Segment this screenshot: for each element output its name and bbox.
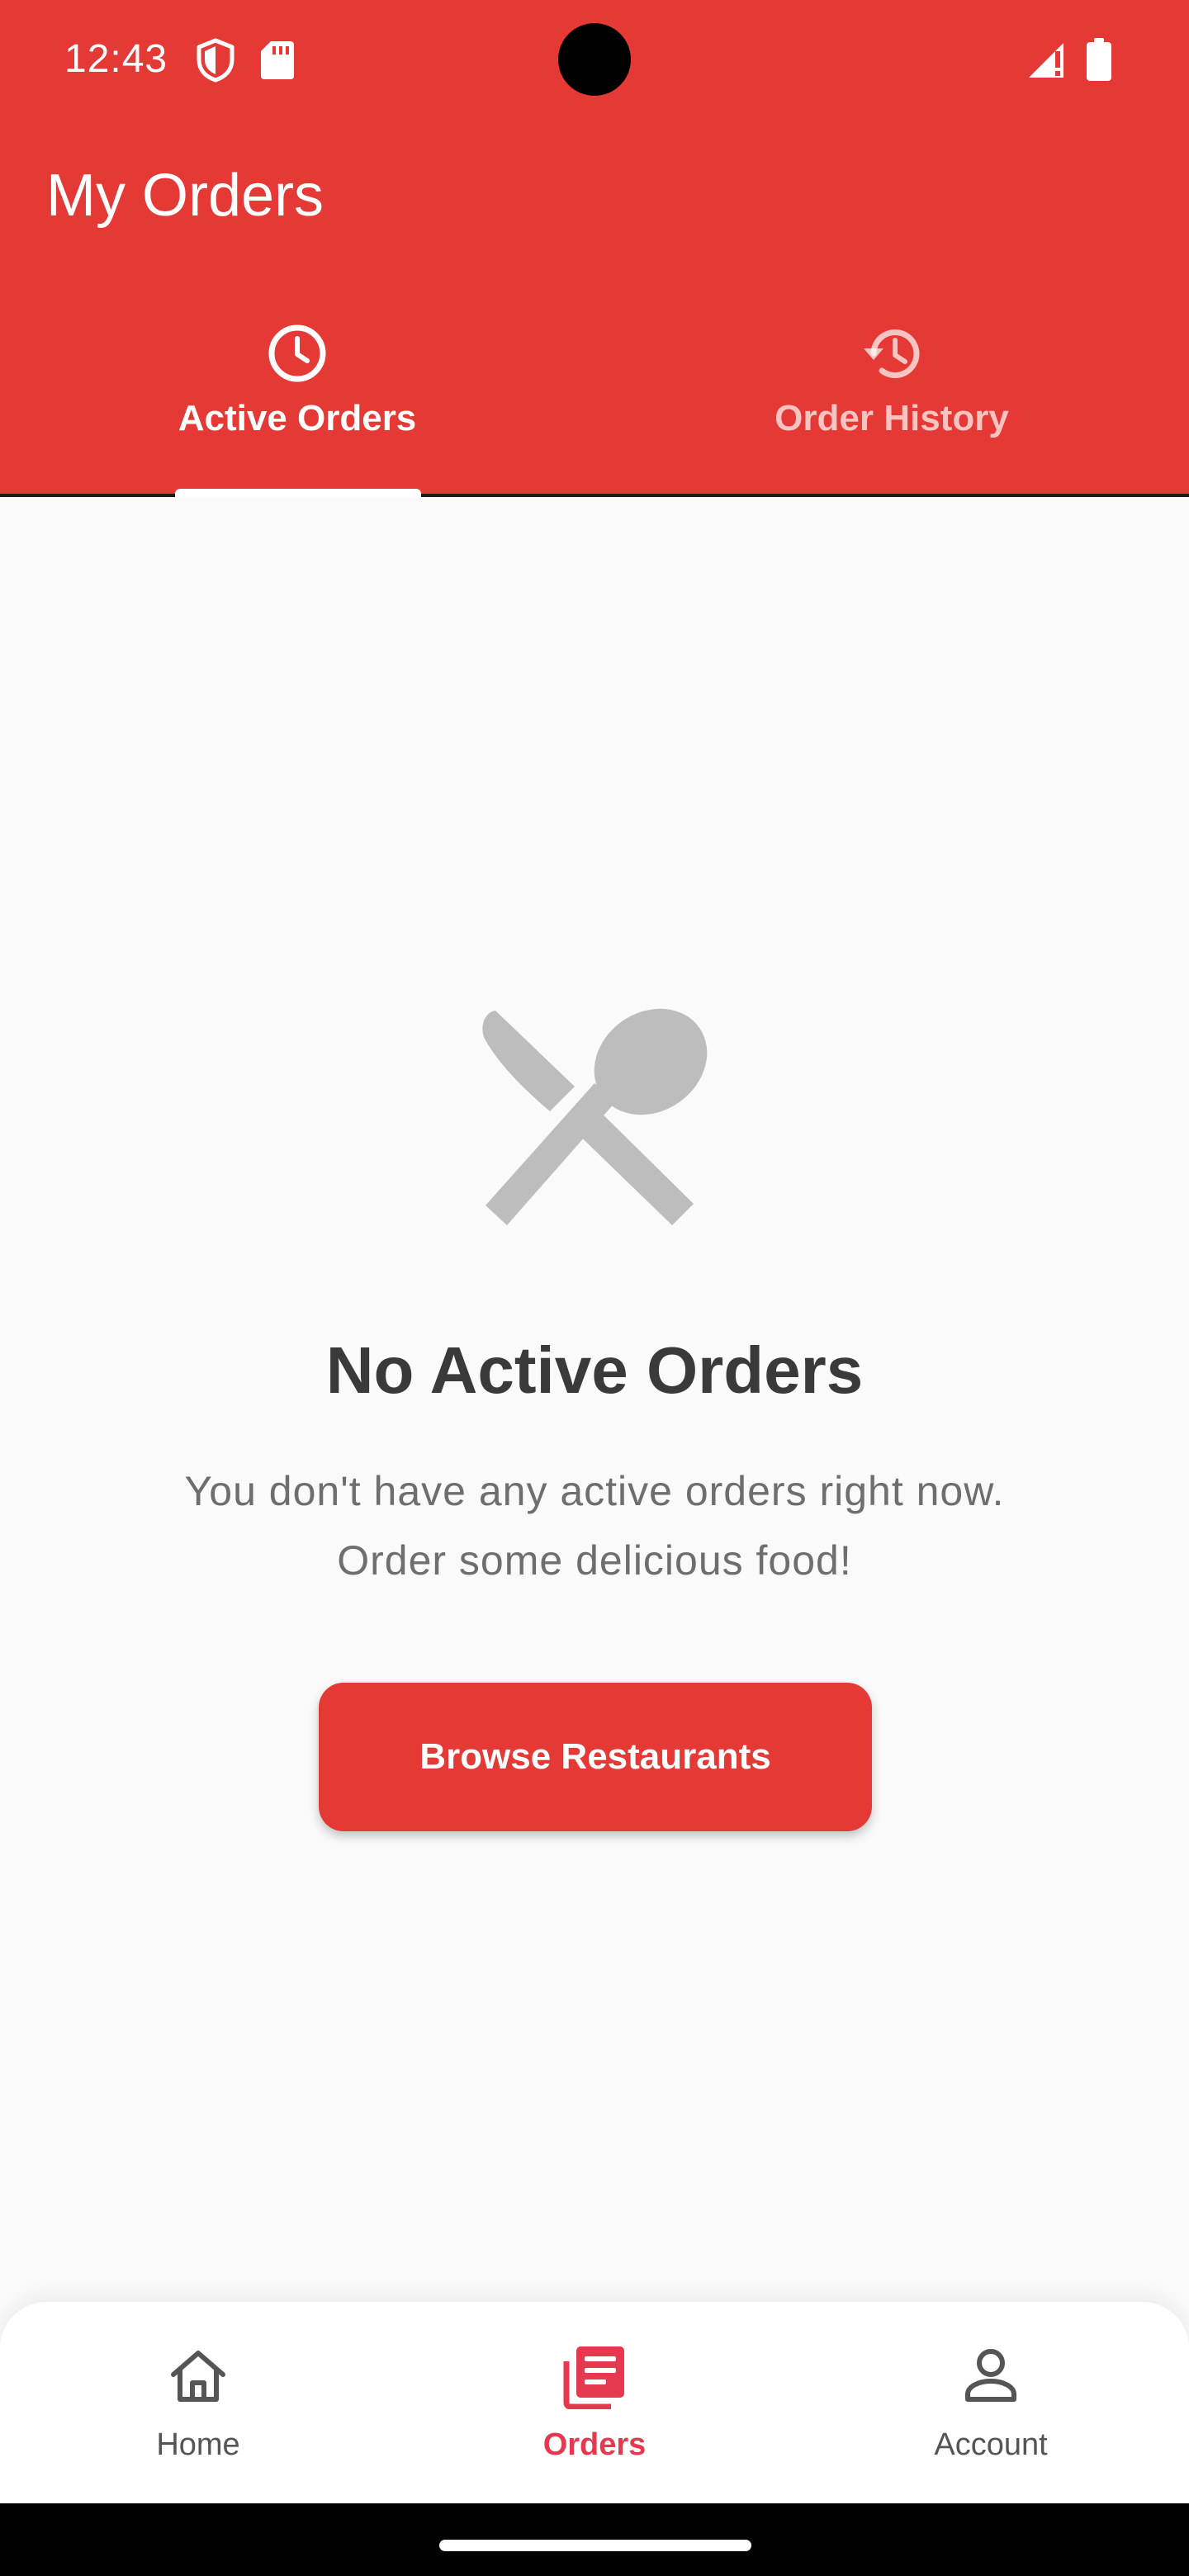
nav-item-account[interactable]: Account xyxy=(793,2302,1189,2503)
nav-item-orders-label: Orders xyxy=(542,2427,647,2462)
status-bar: 12:43 xyxy=(0,0,1189,119)
battery-icon xyxy=(1087,38,1111,81)
tab-order-history-label: Order History xyxy=(775,398,1009,438)
app-header: 12:43 My Orders Active Orders Order Hist… xyxy=(0,0,1189,497)
empty-message: You don't have any active orders right n… xyxy=(99,1456,1090,1595)
shield-icon xyxy=(197,38,234,83)
tab-active-orders[interactable]: Active Orders xyxy=(0,297,594,497)
home-icon xyxy=(171,2351,225,2402)
nav-item-home[interactable]: Home xyxy=(0,2302,396,2503)
signal-icon xyxy=(1029,43,1063,78)
system-gesture-area xyxy=(0,2503,1189,2576)
utensils-icon xyxy=(482,1008,708,1225)
clock-icon xyxy=(268,324,326,382)
nav-item-home-label: Home xyxy=(156,2427,240,2462)
nav-item-account-label: Account xyxy=(934,2427,1048,2462)
tab-active-orders-label: Active Orders xyxy=(178,398,417,438)
status-time: 12:43 xyxy=(64,37,168,81)
history-icon xyxy=(864,329,920,378)
tab-order-history[interactable]: Order History xyxy=(594,297,1189,494)
empty-message-line-1: You don't have any active orders right n… xyxy=(184,1468,1005,1514)
page-title: My Orders xyxy=(46,163,324,229)
browse-restaurants-button[interactable]: Browse Restaurants xyxy=(319,1683,872,1831)
camera-cutout xyxy=(558,23,631,96)
empty-message-line-2: Order some delicious food! xyxy=(337,1537,852,1584)
person-icon xyxy=(965,2349,1016,2402)
nav-item-orders[interactable]: Orders xyxy=(396,2302,793,2503)
empty-state: No Active Orders You don't have any acti… xyxy=(0,497,1189,2297)
bottom-navigation: Home Orders Account xyxy=(0,2302,1189,2503)
sd-card-icon xyxy=(261,41,294,79)
orders-icon xyxy=(563,2346,624,2409)
orders-screen: 12:43 My Orders Active Orders Order Hist… xyxy=(0,0,1189,2576)
tab-indicator xyxy=(175,489,421,497)
gesture-handle[interactable] xyxy=(439,2540,751,2551)
empty-title: No Active Orders xyxy=(325,1333,864,1407)
